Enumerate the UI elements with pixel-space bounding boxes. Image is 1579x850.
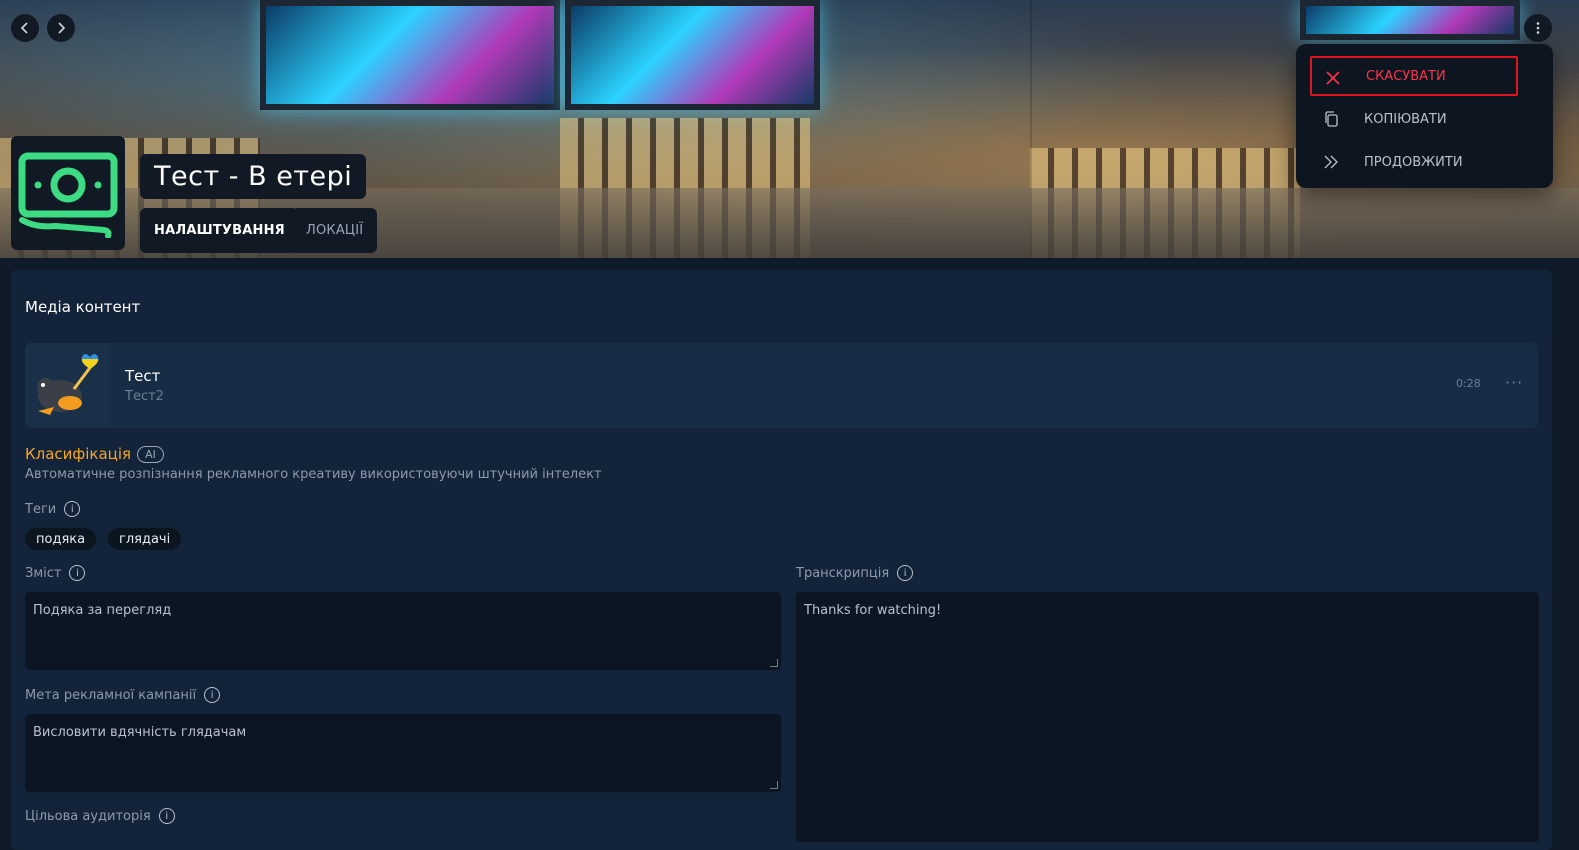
close-icon xyxy=(1326,71,1340,85)
menu-item-label: КОПІЮВАТИ xyxy=(1364,111,1447,127)
chevron-left-icon xyxy=(20,22,28,34)
tag-chip[interactable]: подяка xyxy=(25,528,97,550)
content-panel: Медіа контент Тест Тест2 0:28 ··· Класиф… xyxy=(11,270,1552,850)
media-item[interactable]: Тест Тест2 0:28 ··· xyxy=(25,343,1538,428)
section-title: Медіа контент xyxy=(25,298,141,316)
menu-item-cancel[interactable]: СКАСУВАТИ xyxy=(1310,56,1518,96)
info-icon[interactable]: i xyxy=(64,501,81,517)
tab-settings[interactable]: НАЛАШТУВАННЯ xyxy=(140,208,299,253)
resize-handle[interactable] xyxy=(770,781,778,789)
mascot-thumbnail-image xyxy=(36,353,98,415)
media-title: Тест xyxy=(125,367,161,385)
info-icon[interactable]: i xyxy=(204,687,221,703)
tab-locations[interactable]: ЛОКАЦІЇ xyxy=(292,208,378,253)
tags-label-text: Теги xyxy=(25,501,57,517)
media-thumbnail xyxy=(25,343,110,428)
info-icon[interactable]: i xyxy=(69,565,86,581)
transcription-textarea[interactable]: Thanks for watching! xyxy=(796,592,1539,842)
menu-item-continue[interactable]: ПРОДОВЖИТИ xyxy=(1310,142,1539,182)
banner-billboard-right xyxy=(565,0,820,110)
content-textarea[interactable]: Подяка за перегляд xyxy=(25,592,781,670)
transcription-label: Транскрипція i xyxy=(796,565,914,581)
goal-label-text: Мета рекламної кампанії xyxy=(25,687,197,703)
info-icon[interactable]: i xyxy=(897,565,914,581)
banner-billboard-left xyxy=(260,0,560,110)
info-icon[interactable]: i xyxy=(158,808,175,824)
content-label: Зміст i xyxy=(25,565,86,581)
copy-icon xyxy=(1325,111,1338,127)
menu-item-label: ПРОДОВЖИТИ xyxy=(1364,154,1463,170)
menu-item-label: СКАСУВАТИ xyxy=(1366,68,1446,84)
banner-divider xyxy=(1030,0,1032,258)
classification-title: Класифікація xyxy=(25,445,132,463)
menu-item-copy[interactable]: КОПІЮВАТИ xyxy=(1310,99,1539,139)
classification-heading: Класифікація AI xyxy=(25,445,164,463)
media-more-button[interactable]: ··· xyxy=(1505,373,1523,392)
media-subtitle: Тест2 xyxy=(125,389,164,404)
banner-billboard-far xyxy=(1300,0,1520,40)
back-button[interactable] xyxy=(11,14,39,42)
content-label-text: Зміст xyxy=(25,565,62,581)
audience-label: Цільова аудиторія i xyxy=(25,808,175,824)
forward-button[interactable] xyxy=(47,14,75,42)
vertical-dots-icon xyxy=(1536,22,1540,34)
transcription-value: Thanks for watching! xyxy=(804,603,942,618)
chevron-right-icon xyxy=(58,22,66,34)
goal-value: Висловити вдячність глядачам xyxy=(33,725,247,740)
transcription-label-text: Транскрипція xyxy=(796,565,890,581)
tags-label: Теги i xyxy=(25,501,81,517)
resize-handle[interactable] xyxy=(770,659,778,667)
more-options-button[interactable] xyxy=(1524,14,1552,42)
audience-label-text: Цільова аудиторія xyxy=(25,808,151,824)
goal-label: Мета рекламної кампанії i xyxy=(25,687,221,703)
ai-badge: AI xyxy=(137,445,164,463)
campaign-logo xyxy=(11,136,125,250)
content-value: Подяка за перегляд xyxy=(33,603,172,618)
goal-textarea[interactable]: Висловити вдячність глядачам xyxy=(25,714,781,792)
actions-menu: СКАСУВАТИ КОПІЮВАТИ ПРОДОВЖИТИ xyxy=(1296,44,1553,188)
classification-description: Автоматичне розпізнання рекламного креат… xyxy=(25,467,602,482)
tag-chip[interactable]: глядачі xyxy=(108,528,182,550)
double-chevron-right-icon xyxy=(1324,155,1338,169)
media-duration: 0:28 xyxy=(1456,377,1481,390)
campaign-title: Тест - В етері xyxy=(140,154,367,199)
money-bill-icon xyxy=(18,152,118,238)
